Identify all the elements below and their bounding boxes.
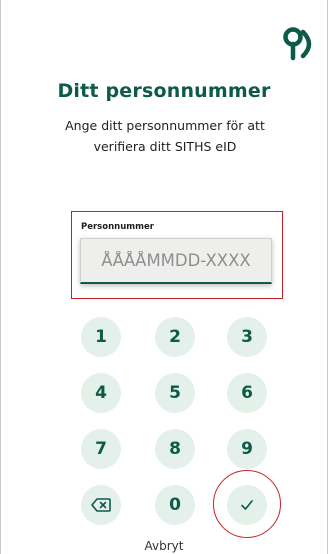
personnummer-label: Personnummer: [81, 222, 154, 232]
personnummer-input[interactable]: [81, 250, 271, 271]
siths-logo-icon: [283, 27, 312, 61]
backspace-icon: [91, 498, 111, 512]
key-5[interactable]: 5: [155, 373, 195, 413]
key-7[interactable]: 7: [81, 429, 121, 469]
key-6[interactable]: 6: [227, 373, 267, 413]
page-title: Ditt personnummer: [57, 80, 271, 102]
screen: Ditt personnummer Ange ditt personnummer…: [0, 0, 328, 554]
checkmark-icon: [241, 500, 253, 510]
key-2[interactable]: 2: [155, 317, 195, 357]
key-0[interactable]: 0: [155, 485, 195, 525]
key-8[interactable]: 8: [155, 429, 195, 469]
key-1[interactable]: 1: [81, 317, 121, 357]
key-4[interactable]: 4: [81, 373, 121, 413]
confirm-button[interactable]: [227, 485, 267, 525]
cancel-link[interactable]: Avbryt: [1, 539, 327, 553]
page-subtitle: Ange ditt personnummer för att verifiera…: [65, 118, 265, 154]
key-3[interactable]: 3: [227, 317, 267, 357]
backspace-button[interactable]: [81, 485, 121, 525]
key-9[interactable]: 9: [227, 429, 267, 469]
personnummer-field[interactable]: [80, 238, 272, 284]
